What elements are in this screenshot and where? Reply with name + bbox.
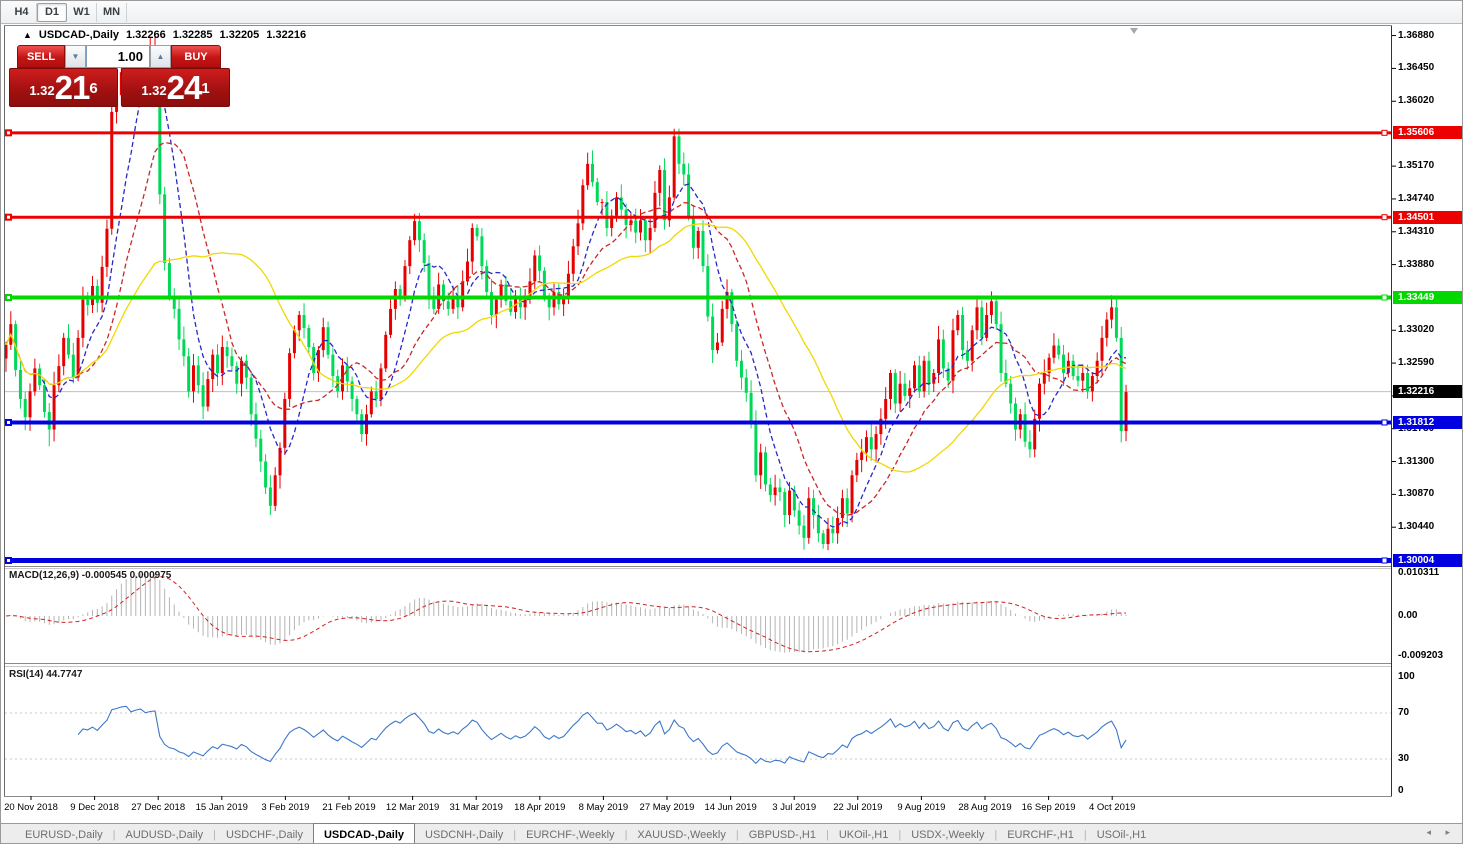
sell-price-display[interactable]: 1.32 21 6 — [9, 68, 118, 107]
date-label: 12 Mar 2019 — [385, 802, 440, 813]
price-tick-label: 1.31300 — [1398, 455, 1435, 467]
date-label: 15 Jan 2019 — [195, 802, 248, 813]
buy-price-pipette: 1 — [201, 80, 210, 97]
price-tick-label: 1.33020 — [1398, 324, 1435, 336]
quote-line: ▲ USDCAD-,Daily 1.32266 1.32285 1.32205 … — [23, 29, 306, 41]
tab-scroll-arrows[interactable]: ◂ ▸ — [1426, 827, 1456, 838]
price-tick-label: 1.32590 — [1398, 357, 1435, 369]
price-tick-label: 1.33880 — [1398, 258, 1435, 270]
chart-tab-ukoil[interactable]: UKOil-,H1 — [829, 824, 899, 843]
volume-input[interactable]: 1.00 — [86, 45, 150, 68]
date-label: 18 Apr 2019 — [514, 802, 566, 813]
price-tick-label: 1.35170 — [1398, 160, 1435, 172]
macd-scale-label: 0.00 — [1398, 610, 1418, 621]
date-label: 3 Jul 2019 — [772, 802, 817, 813]
candlesticks — [5, 34, 1128, 551]
buy-price-display[interactable]: 1.32 24 1 — [121, 68, 230, 107]
rsi-scale-label: 100 — [1398, 671, 1415, 682]
rsi-scale-label: 70 — [1398, 707, 1410, 718]
date-label: 27 Dec 2018 — [131, 802, 186, 813]
date-label: 8 May 2019 — [578, 802, 629, 813]
price-tick-label: 1.30440 — [1398, 521, 1435, 533]
macd-scale-label: 0.010311 — [1398, 567, 1440, 578]
date-label: 28 Aug 2019 — [958, 802, 1012, 813]
date-label: 3 Feb 2019 — [261, 802, 310, 813]
macd-label: MACD(12,26,9) -0.000545 0.000975 — [9, 570, 172, 581]
price-badge: 1.31812 — [1393, 415, 1462, 429]
date-label: 20 Nov 2018 — [4, 802, 58, 813]
main-price-pane — [5, 34, 1391, 564]
price-tick-label: 1.36020 — [1398, 95, 1435, 107]
date-label: 9 Aug 2019 — [897, 802, 946, 813]
rsi-label: RSI(14) 44.7747 — [9, 669, 83, 680]
buy-price-prefix: 1.32 — [141, 83, 167, 98]
quote-low: 1.32205 — [219, 29, 260, 41]
date-label: 4 Oct 2019 — [1088, 802, 1136, 813]
rsi-scale-label: 0 — [1398, 785, 1404, 796]
chart-tab-usdcad[interactable]: USDCAD-,Daily — [312, 823, 416, 843]
chart-tab-usoil[interactable]: USOil-,H1 — [1087, 824, 1157, 843]
date-label: 9 Dec 2018 — [70, 802, 119, 813]
chart-tab-usdchf[interactable]: USDCHF-,Daily — [216, 824, 313, 843]
chart-tab-eurchf[interactable]: EURCHF-,Weekly — [516, 824, 624, 843]
line-handle[interactable] — [1381, 294, 1388, 301]
sell-price-prefix: 1.32 — [29, 83, 55, 98]
chart-tab-xauusd[interactable]: XAUUSD-,Weekly — [627, 824, 735, 843]
date-label: 31 Mar 2019 — [449, 802, 503, 813]
date-label: 14 Jun 2019 — [704, 802, 757, 813]
quote-close: 1.32216 — [266, 29, 307, 41]
quote-high: 1.32285 — [172, 29, 213, 41]
chart-tab-gbpusd[interactable]: GBPUSD-,H1 — [739, 824, 826, 843]
rsi-line — [77, 705, 1127, 765]
volume-increase-button[interactable]: ▲ — [150, 45, 171, 68]
chart-tab-audusd[interactable]: AUDUSD-,Daily — [115, 824, 213, 843]
price-badge: 1.32216 — [1393, 385, 1462, 399]
price-badge: 1.34501 — [1393, 210, 1462, 224]
price-badge: 1.35606 — [1393, 126, 1462, 140]
price-tick-label: 1.36450 — [1398, 62, 1435, 74]
rsi-pane — [5, 705, 1391, 765]
price-tick-label: 1.36880 — [1398, 29, 1435, 41]
rsi-scale-label: 30 — [1398, 753, 1410, 764]
chart-tab-eurchf[interactable]: EURCHF-,H1 — [997, 824, 1084, 843]
buy-button[interactable]: BUY — [171, 45, 221, 68]
sell-button[interactable]: SELL — [17, 45, 65, 68]
chart-tab-bar: EURUSD-,Daily | AUDUSD-,Daily | USDCHF-,Dail… — [1, 823, 1462, 843]
line-handle[interactable] — [1381, 129, 1388, 136]
price-badge: 1.33449 — [1393, 291, 1462, 304]
chart-shift-icon[interactable] — [1130, 28, 1138, 34]
volume-decrease-button[interactable]: ▼ — [65, 45, 86, 68]
price-tick-label: 1.30870 — [1398, 488, 1435, 500]
date-label: 22 Jul 2019 — [833, 802, 883, 813]
terminal-window: H4 D1 W1 MN ▲ USDCAD-,Daily 1.32266 1.32285… — [0, 0, 1463, 844]
sell-price-main: 21 — [54, 69, 91, 106]
line-handle[interactable] — [1381, 214, 1388, 221]
chart-tab-usdcnh[interactable]: USDCNH-,Daily — [415, 824, 513, 843]
chart-canvas[interactable] — [1, 1, 1463, 844]
symbol-title: USDCAD-,Daily — [38, 29, 119, 41]
price-tick-label: 1.34740 — [1398, 192, 1435, 204]
macd-pane — [5, 573, 1127, 653]
quote-open: 1.32266 — [126, 29, 166, 41]
collapse-panel-icon[interactable]: ▲ — [23, 30, 32, 40]
line-handle[interactable] — [1381, 419, 1388, 426]
price-tick-label: 1.34310 — [1398, 225, 1435, 237]
chart-tab-usdx[interactable]: USDX-,Weekly — [901, 824, 994, 843]
date-label: 16 Sep 2019 — [1021, 802, 1076, 813]
chart-tab-eurusd[interactable]: EURUSD-,Daily — [15, 824, 113, 843]
date-label: 21 Feb 2019 — [322, 802, 376, 813]
moving-average-3 — [5, 223, 1127, 473]
buy-price-main: 24 — [166, 69, 203, 106]
price-badge: 1.30004 — [1393, 553, 1462, 567]
macd-scale-label: -0.009203 — [1398, 650, 1444, 661]
sell-price-pipette: 6 — [89, 80, 98, 97]
line-handle[interactable] — [1381, 557, 1388, 564]
date-label: 27 May 2019 — [639, 802, 695, 813]
